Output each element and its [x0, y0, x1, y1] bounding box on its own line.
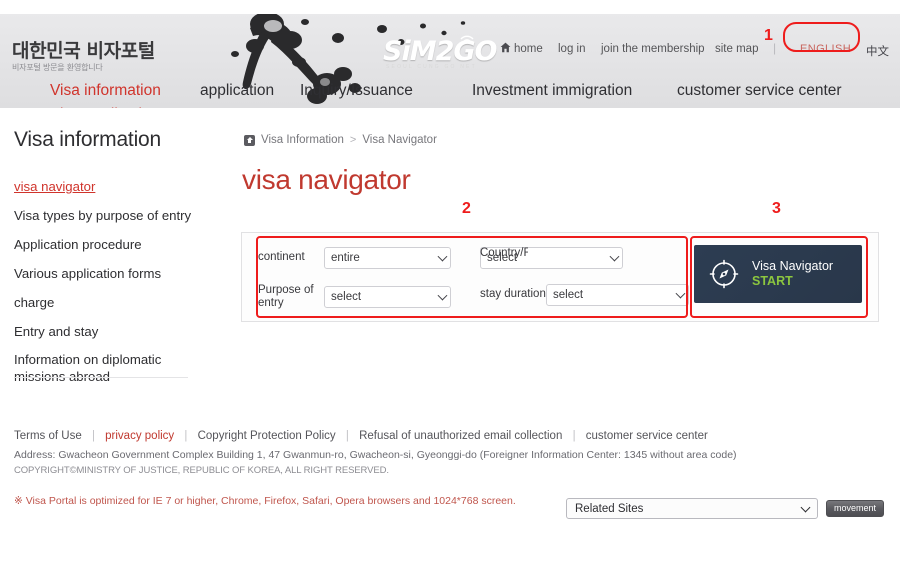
sidebar-link-visa-navigator[interactable]: visa navigator	[14, 179, 95, 196]
breadcrumb-current: Visa Navigator	[362, 134, 437, 146]
continent-label: continent	[258, 251, 305, 264]
sidebar-item-application-forms[interactable]: Various application forms	[14, 265, 214, 283]
sidebar-link-charge[interactable]: charge	[14, 295, 54, 312]
stay-duration-select[interactable]: select	[546, 284, 689, 306]
sidebar-link-diplomatic-missions[interactable]: Information on diplomatic missions abroa…	[14, 352, 214, 385]
sidebar-title: Visa information	[14, 128, 161, 151]
related-sites-select-value: Related Sites	[575, 502, 644, 515]
nav-join-membership-link[interactable]: join the membership	[601, 43, 705, 55]
main-nav-investment-immigration[interactable]: Investment immigration	[472, 82, 632, 100]
field-stay-duration: stay duration select	[480, 284, 689, 306]
purpose-select-value: select	[331, 291, 362, 304]
footer-link-email-collection-refusal[interactable]: Refusal of unauthorized email collection	[359, 430, 562, 442]
sidebar-link-application-procedure[interactable]: Application procedure	[14, 237, 142, 254]
page-title: visa navigator	[242, 164, 411, 195]
sidebar-item-visa-types[interactable]: Visa types by purpose of entry	[14, 207, 214, 225]
main-nav-customer-service-center[interactable]: customer service center	[677, 82, 842, 100]
footer-copyright: COPYRIGHT©MINISTRY OF JUSTICE, REPUBLIC …	[14, 464, 389, 476]
chevron-down-icon	[800, 502, 811, 512]
sim2go-watermark-tagline: SEOUL CUNG GO NET	[386, 64, 477, 70]
visa-navigator-button-line1: Visa Navigator	[752, 259, 834, 274]
visa-application-link[interactable]: Visa Application	[50, 106, 159, 108]
sim2go-watermark-logo: SiM2GO	[383, 36, 497, 67]
purpose-select[interactable]: select	[324, 286, 451, 309]
field-continent: continent entire	[258, 247, 451, 269]
breadcrumb-separator: >	[349, 134, 357, 146]
footer-separator: |	[91, 430, 95, 442]
main-nav-visa-information[interactable]: Visa information	[50, 82, 161, 100]
utility-nav: home log in join the membership site map…	[500, 38, 900, 60]
home-icon	[244, 134, 255, 146]
field-purpose-of-entry: Purpose of entry select	[258, 284, 451, 310]
sidebar-link-application-forms[interactable]: Various application forms	[14, 266, 161, 283]
footer-link-customer-service[interactable]: customer service center	[586, 430, 708, 442]
main-nav-inquiry-issuance[interactable]: Inquiry/Issuance	[300, 82, 413, 100]
site-brand-korean: 대한민국 비자포털	[12, 40, 155, 62]
sidebar-item-diplomatic-missions[interactable]: Information on diplomatic missions abroa…	[14, 352, 214, 386]
visa-navigator-start-button[interactable]: Visa Navigator START	[694, 245, 862, 303]
visa-application-center-overlay: Visa Application Center	[50, 106, 210, 108]
footer-link-terms-of-use[interactable]: Terms of Use	[14, 430, 82, 442]
nav-home-link[interactable]: home	[514, 43, 543, 55]
sidebar-item-charge[interactable]: charge	[14, 294, 214, 312]
main-nav-application[interactable]: application	[200, 82, 274, 100]
utility-nav-divider: |	[773, 41, 777, 55]
breadcrumb-root[interactable]: Visa Information	[261, 134, 344, 146]
footer-link-copyright-protection[interactable]: Copyright Protection Policy	[198, 430, 336, 442]
sidebar-item-entry-and-stay[interactable]: Entry and stay	[14, 323, 214, 341]
footer-address: Address: Gwacheon Government Complex Bui…	[14, 449, 737, 461]
visa-application-center-tail: Center	[159, 106, 210, 108]
stay-duration-label: stay duration	[480, 288, 546, 301]
stay-duration-select-value: select	[553, 289, 584, 301]
wifi-icon	[460, 35, 474, 42]
footer-separator: |	[184, 430, 188, 442]
footer-separator: |	[345, 430, 349, 442]
sidebar-item-visa-navigator[interactable]: visa navigator	[14, 178, 214, 196]
continent-select[interactable]: entire	[324, 247, 451, 269]
annotation-number-3: 3	[772, 200, 781, 217]
chevron-down-icon	[437, 290, 448, 301]
site-brand-tagline: 비자포털 방문을 환영합니다	[12, 63, 103, 72]
page-root: SiM2GO SEOUL CUNG GO NET 대한민국 비자포털 비자포털 …	[0, 0, 900, 564]
sidebar-item-application-procedure[interactable]: Application procedure	[14, 236, 214, 254]
language-english-link[interactable]: ENGLISH	[800, 43, 851, 55]
annotation-number-2: 2	[462, 200, 471, 217]
sidebar-link-visa-types[interactable]: Visa types by purpose of entry	[14, 208, 191, 225]
purpose-label: Purpose of entry	[258, 284, 314, 310]
site-footer: Terms of Use | privacy policy | Copyrigh…	[14, 430, 894, 507]
chevron-down-icon	[675, 288, 686, 299]
footer-link-privacy-policy[interactable]: privacy policy	[105, 430, 174, 442]
footer-separator: |	[572, 430, 576, 442]
nav-login-link[interactable]: log in	[558, 43, 586, 55]
visa-navigator-button-line2: START	[752, 274, 793, 288]
footer-links: Terms of Use | privacy policy | Copyrigh…	[14, 430, 894, 442]
country-region-label: Country/Region	[480, 247, 528, 259]
nav-sitemap-link[interactable]: site map	[715, 43, 758, 55]
sidebar-menu: visa navigator Visa types by purpose of …	[14, 178, 214, 386]
annotation-number-1: 1	[764, 27, 773, 44]
main-navigation: Visa information application Inquiry/Iss…	[0, 82, 900, 108]
continent-select-value: entire	[331, 252, 360, 264]
chevron-down-icon	[609, 251, 620, 262]
home-icon	[500, 42, 511, 53]
sidebar-link-entry-and-stay[interactable]: Entry and stay	[14, 324, 98, 341]
chevron-down-icon	[437, 251, 448, 262]
movement-button[interactable]: movement	[826, 500, 885, 517]
related-sites-select[interactable]: Related Sites	[566, 498, 818, 519]
language-chinese-link[interactable]: 中文	[866, 43, 889, 59]
sidebar: Visa information visa navigator Visa typ…	[14, 128, 214, 397]
visa-navigator-start-wrapper: Visa Navigator START	[694, 245, 862, 303]
visa-navigator-button-text: Visa Navigator START	[752, 259, 833, 289]
related-sites-area: Related Sites movement	[566, 498, 885, 519]
visa-search-form: continent entire Purpose of entry select…	[258, 237, 689, 317]
sidebar-divider	[14, 377, 188, 378]
compass-icon	[709, 259, 739, 289]
breadcrumb: Visa Information > Visa Navigator	[244, 134, 437, 146]
